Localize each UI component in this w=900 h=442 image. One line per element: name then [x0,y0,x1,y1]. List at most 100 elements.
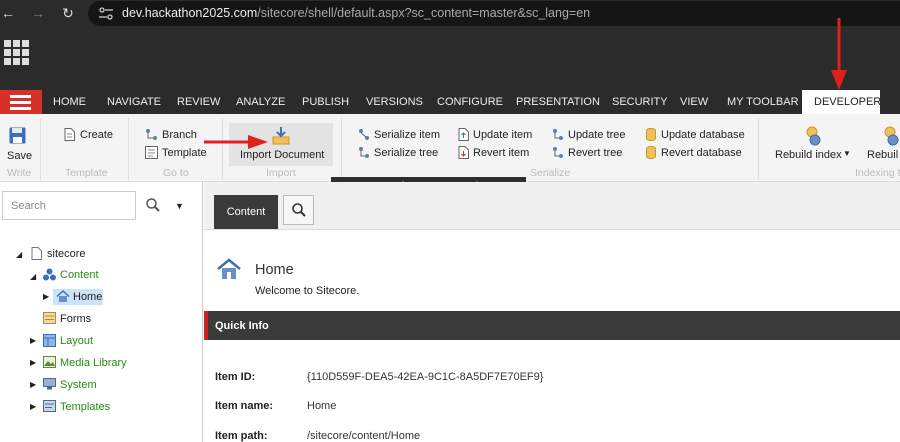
branch-icon [146,129,157,140]
group-label-import: Import [266,167,296,179]
tree-item-system[interactable]: System [60,379,97,391]
group-label-indexing: Indexing t [855,167,900,179]
import-document-label: Import Document [240,149,325,161]
save-icon [9,127,26,144]
tab-developer[interactable]: DEVELOPER [802,90,881,114]
update-item-button[interactable]: Update item [473,129,532,141]
group-label-serialize: Serialize [530,167,571,179]
expand-sitecore-icon[interactable]: ◢ [16,250,22,259]
tab-publish[interactable]: PUBLISH [302,90,349,114]
group-label-goto: Go to [163,167,189,179]
back-icon[interactable]: ← [0,5,16,21]
create-button[interactable]: Create [80,129,113,141]
update-tree-icon [553,129,563,140]
tab-presentation[interactable]: PRESENTATION [516,90,600,114]
tab-navigate[interactable]: NAVIGATE [107,90,161,114]
quick-info-label: Quick Info [215,320,269,332]
tab-search-icon [292,203,306,217]
item-home-icon [217,258,241,279]
expand-media-library-icon[interactable]: ▶ [30,358,36,367]
serialize-item-icon [359,129,369,140]
group-label-template: Template [65,167,108,179]
goto-template-icon [145,146,158,159]
rebuild-icon [884,126,899,146]
templates-icon [43,400,56,412]
tab-versions[interactable]: VERSIONS [366,90,423,114]
site-settings-icon[interactable] [98,7,114,20]
serialize-tree-icon [359,147,369,158]
url-path: /sitecore/shell/default.aspx?sc_content=… [257,6,591,20]
url-host: dev.hackathon2025.com [122,6,258,20]
tree-item-content[interactable]: Content [60,269,99,281]
reload-icon[interactable]: ↻ [60,5,76,22]
serialize-item-button[interactable]: Serialize item [374,129,440,141]
ribbon-panel [0,114,900,182]
media-library-icon [43,356,56,368]
forms-icon [43,312,56,324]
annotation-arrow-right [204,135,268,149]
rebuild-button[interactable]: Rebuil [867,149,898,161]
revert-item-icon [458,146,469,159]
update-database-icon [646,128,656,141]
tab-configure[interactable]: CONFIGURE [437,90,503,114]
expand-templates-icon[interactable]: ▶ [30,402,36,411]
search-options-dropdown-icon[interactable]: ▼ [175,201,184,211]
home-icon [56,290,70,302]
tree-item-layout[interactable]: Layout [60,335,93,347]
tree-item-sitecore[interactable]: sitecore [47,248,86,260]
update-item-icon [458,128,469,141]
annotation-arrow-down [831,18,847,90]
system-icon [43,378,56,390]
search-input[interactable] [2,191,136,220]
quick-info-section-header[interactable] [204,311,900,340]
tree-item-templates[interactable]: Templates [60,401,110,413]
branch-button[interactable]: Branch [162,129,197,141]
rebuild-index-dropdown-icon[interactable]: ▼ [843,149,851,158]
address-bar[interactable]: dev.hackathon2025.com/sitecore/shell/def… [88,1,900,26]
field-value-item-name: Home [307,400,337,412]
revert-item-button[interactable]: Revert item [473,147,529,159]
tree-item-forms[interactable]: Forms [60,313,91,325]
tab-home[interactable]: HOME [53,90,86,114]
tab-review[interactable]: REVIEW [177,90,220,114]
tab-search[interactable] [283,195,314,225]
group-label-write: Write [7,167,32,179]
layout-icon [43,334,56,347]
item-subtitle: Welcome to Sitecore. [255,285,360,297]
revert-database-icon [646,146,656,159]
menu-hamburger-icon[interactable] [0,90,42,114]
tree-item-media-library[interactable]: Media Library [60,357,127,369]
tab-view[interactable]: VIEW [680,90,708,114]
revert-tree-icon [553,147,563,158]
tab-security[interactable]: SECURITY [612,90,668,114]
update-tree-button[interactable]: Update tree [568,129,625,141]
quick-info-accent-bar [204,311,208,340]
launchpad-grid-icon[interactable] [4,40,29,65]
tab-my-toolbar[interactable]: MY TOOLBAR [727,90,799,114]
field-value-item-id: {110D559F-DEA5-42EA-9C1C-8A5DF7E70EF9} [307,371,544,383]
search-icon[interactable] [146,198,160,212]
field-label-item-id: Item ID: [215,371,256,383]
update-database-button[interactable]: Update database [661,129,745,141]
tree-item-home[interactable]: Home [73,291,102,303]
revert-database-button[interactable]: Revert database [661,147,742,159]
browser-toolbar: ← → ↻ dev.hackathon2025.com/sitecore/she… [0,0,900,28]
tab-analyze[interactable]: ANALYZE [236,90,285,114]
revert-tree-button[interactable]: Revert tree [568,147,622,159]
create-template-icon [64,128,75,141]
expand-content-icon[interactable]: ◢ [30,272,36,281]
goto-template-button[interactable]: Template [162,147,207,159]
serialize-tree-button[interactable]: Serialize tree [374,147,438,159]
sitecore-page-icon [31,247,42,260]
rebuild-index-icon [806,126,821,146]
import-document-icon [272,127,290,145]
expand-layout-icon[interactable]: ▶ [30,336,36,345]
rebuild-index-button[interactable]: Rebuild index [775,149,842,161]
expand-system-icon[interactable]: ▶ [30,380,36,389]
forward-icon[interactable]: → [30,5,46,21]
field-label-item-name: Item name: [215,400,274,412]
expand-home-icon[interactable]: ▶ [43,292,49,301]
tab-content[interactable]: Content [214,195,278,229]
save-button[interactable]: Save [7,150,32,162]
content-icon [43,268,56,281]
